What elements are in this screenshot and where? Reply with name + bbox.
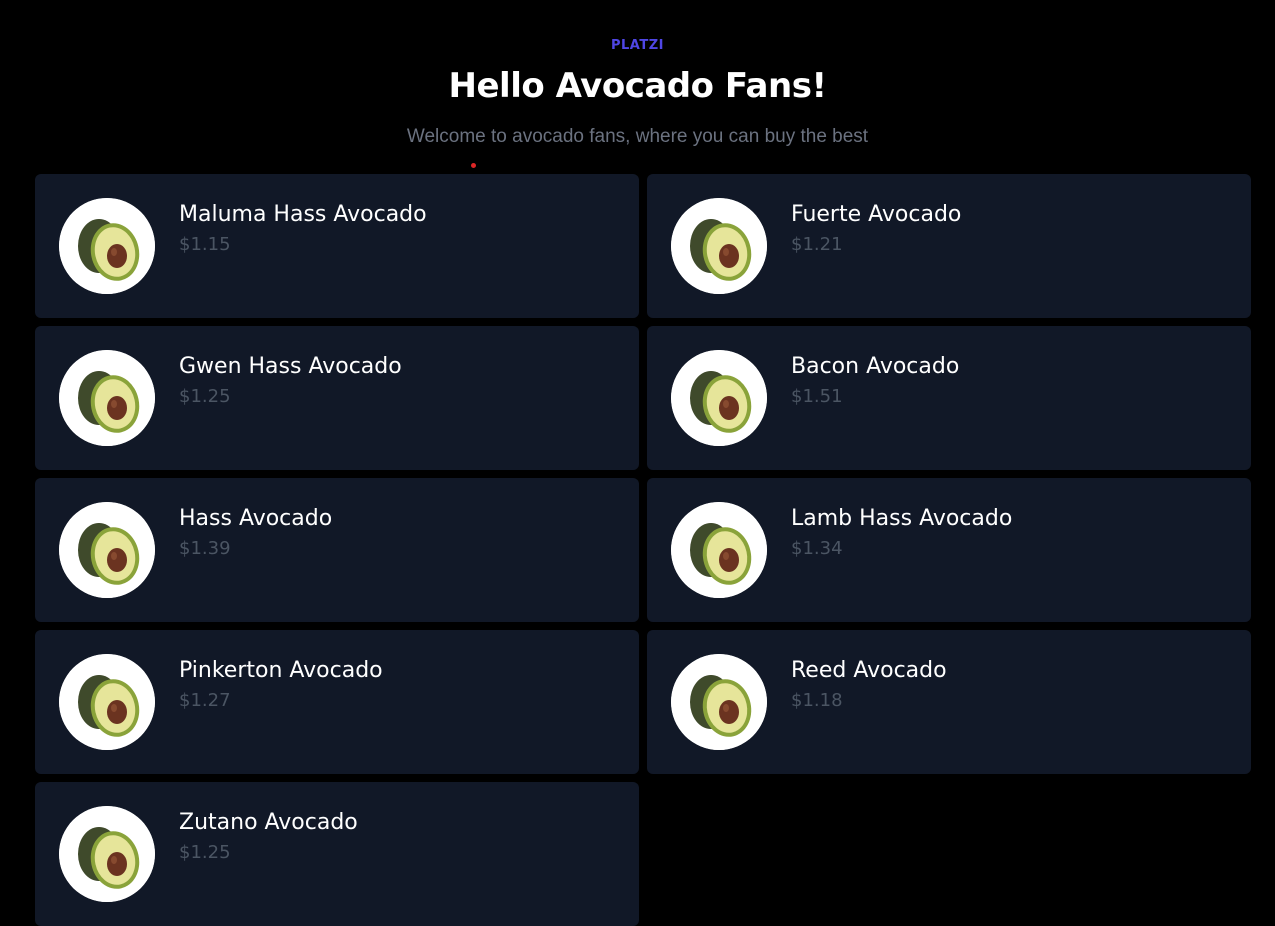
product-card[interactable]: Reed Avocado $1.18 <box>647 630 1251 774</box>
avocado-image <box>59 502 155 598</box>
product-card[interactable]: Pinkerton Avocado $1.27 <box>35 630 639 774</box>
product-name: Bacon Avocado <box>791 354 960 379</box>
product-name: Hass Avocado <box>179 506 333 531</box>
avocado-image <box>671 654 767 750</box>
product-name: Lamb Hass Avocado <box>791 506 1013 531</box>
page-subtitle: Welcome to avocado fans, where you can b… <box>406 126 869 147</box>
product-list: Maluma Hass Avocado $1.15 Fuerte Avocado… <box>35 174 1251 926</box>
product-price: $1.15 <box>179 234 231 255</box>
avocado-image <box>671 350 767 446</box>
product-name: Reed Avocado <box>791 658 947 683</box>
cursor-dot <box>471 163 476 168</box>
product-card[interactable]: Gwen Hass Avocado $1.25 <box>35 326 639 470</box>
product-name: Maluma Hass Avocado <box>179 202 427 227</box>
page-header: PLATZI Hello Avocado Fans! Welcome to av… <box>0 0 1275 174</box>
product-price: $1.21 <box>791 234 843 255</box>
avocado-image <box>671 502 767 598</box>
product-card[interactable]: Maluma Hass Avocado $1.15 <box>35 174 639 318</box>
product-price: $1.25 <box>179 386 231 407</box>
product-card[interactable]: Zutano Avocado $1.25 <box>35 782 639 926</box>
product-price: $1.39 <box>179 538 231 559</box>
product-name: Zutano Avocado <box>179 810 358 835</box>
avocado-image <box>59 806 155 902</box>
avocado-image <box>59 654 155 750</box>
product-card[interactable]: Fuerte Avocado $1.21 <box>647 174 1251 318</box>
product-name: Fuerte Avocado <box>791 202 962 227</box>
avocado-image <box>59 198 155 294</box>
product-card[interactable]: Lamb Hass Avocado $1.34 <box>647 478 1251 622</box>
avocado-image <box>59 350 155 446</box>
product-name: Gwen Hass Avocado <box>179 354 402 379</box>
product-price: $1.25 <box>179 842 231 863</box>
product-card[interactable]: Bacon Avocado $1.51 <box>647 326 1251 470</box>
product-card[interactable]: Hass Avocado $1.39 <box>35 478 639 622</box>
brand-label: PLATZI <box>611 38 664 53</box>
product-name: Pinkerton Avocado <box>179 658 383 683</box>
page-title: Hello Avocado Fans! <box>448 66 827 106</box>
product-price: $1.51 <box>791 386 843 407</box>
avocado-image <box>671 198 767 294</box>
product-price: $1.27 <box>179 690 231 711</box>
product-price: $1.34 <box>791 538 843 559</box>
product-price: $1.18 <box>791 690 843 711</box>
